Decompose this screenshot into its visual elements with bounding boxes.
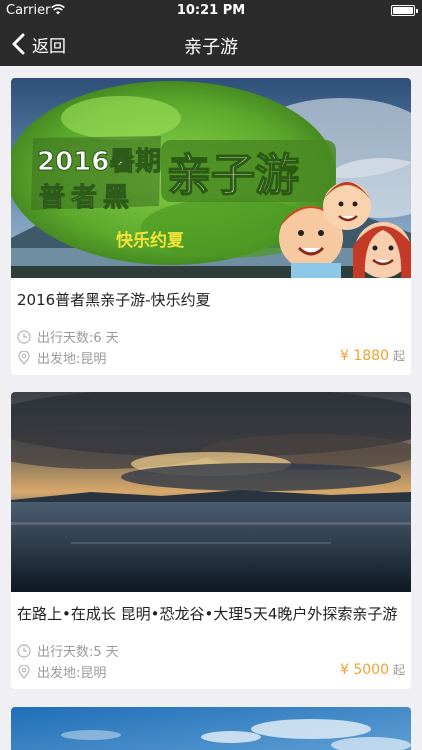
banner-text: 亲子游 xyxy=(167,150,299,201)
banner-text: 2016暑期 xyxy=(37,147,161,177)
tour-departure: 出发地:昆明 xyxy=(17,662,106,681)
tour-price-unit: 起 xyxy=(392,663,405,677)
tour-days: 出行天数:6 天 xyxy=(17,327,119,346)
tour-card[interactable]: 在路上•在成长 昆明•恐龙谷•大理5天4晚户外探索亲子游 出行天数:5 天 出发… xyxy=(11,392,411,689)
location-pin-icon xyxy=(18,664,30,679)
clock-time: 10:21 PM xyxy=(176,3,246,18)
tour-departure: 出发地:昆明 xyxy=(17,348,106,367)
tour-card[interactable] xyxy=(11,707,411,750)
tour-list[interactable]: 2016暑期 普者黑 亲子游 快乐约夏 2016普者黑亲子游-快乐约夏 出行天数… xyxy=(0,66,422,750)
banner-text: 快乐约夏 xyxy=(116,230,185,251)
tour-price: ¥ 1880 起 xyxy=(340,347,405,364)
tour-title: 2016普者黑亲子游-快乐约夏 xyxy=(17,291,211,309)
tour-days: 出行天数:5 天 xyxy=(17,641,119,660)
status-bar: Carrier 10:21 PM xyxy=(0,0,422,22)
clock-icon xyxy=(17,329,31,344)
page-title: 亲子游 xyxy=(184,37,238,58)
navigation-bar: 返回 亲子游 xyxy=(0,22,422,66)
tour-title: 在路上•在成长 昆明•恐龙谷•大理5天4晚户外探索亲子游 xyxy=(17,605,398,623)
tour-card[interactable]: 2016暑期 普者黑 亲子游 快乐约夏 2016普者黑亲子游-快乐约夏 出行天数… xyxy=(11,78,411,375)
tour-price: ¥ 5000 起 xyxy=(340,661,405,678)
tour-price-value: ¥ 5000 xyxy=(339,662,389,678)
tour-banner-image: 2016暑期 普者黑 亲子游 快乐约夏 xyxy=(11,78,411,278)
tour-price-unit: 起 xyxy=(392,349,405,363)
tour-cover-image xyxy=(11,707,411,750)
battery-icon xyxy=(391,5,418,16)
tour-departure-text: 出发地:昆明 xyxy=(37,666,107,681)
tour-departure-text: 出发地:昆明 xyxy=(37,352,107,367)
tour-price-value: ¥ 1880 xyxy=(339,348,389,364)
tour-cover-image xyxy=(11,392,411,592)
tour-days-text: 出行天数:6 天 xyxy=(37,331,119,346)
location-pin-icon xyxy=(18,350,30,365)
tour-days-text: 出行天数:5 天 xyxy=(37,645,119,660)
clock-icon xyxy=(17,643,31,658)
banner-text: 普者黑 xyxy=(39,182,135,213)
